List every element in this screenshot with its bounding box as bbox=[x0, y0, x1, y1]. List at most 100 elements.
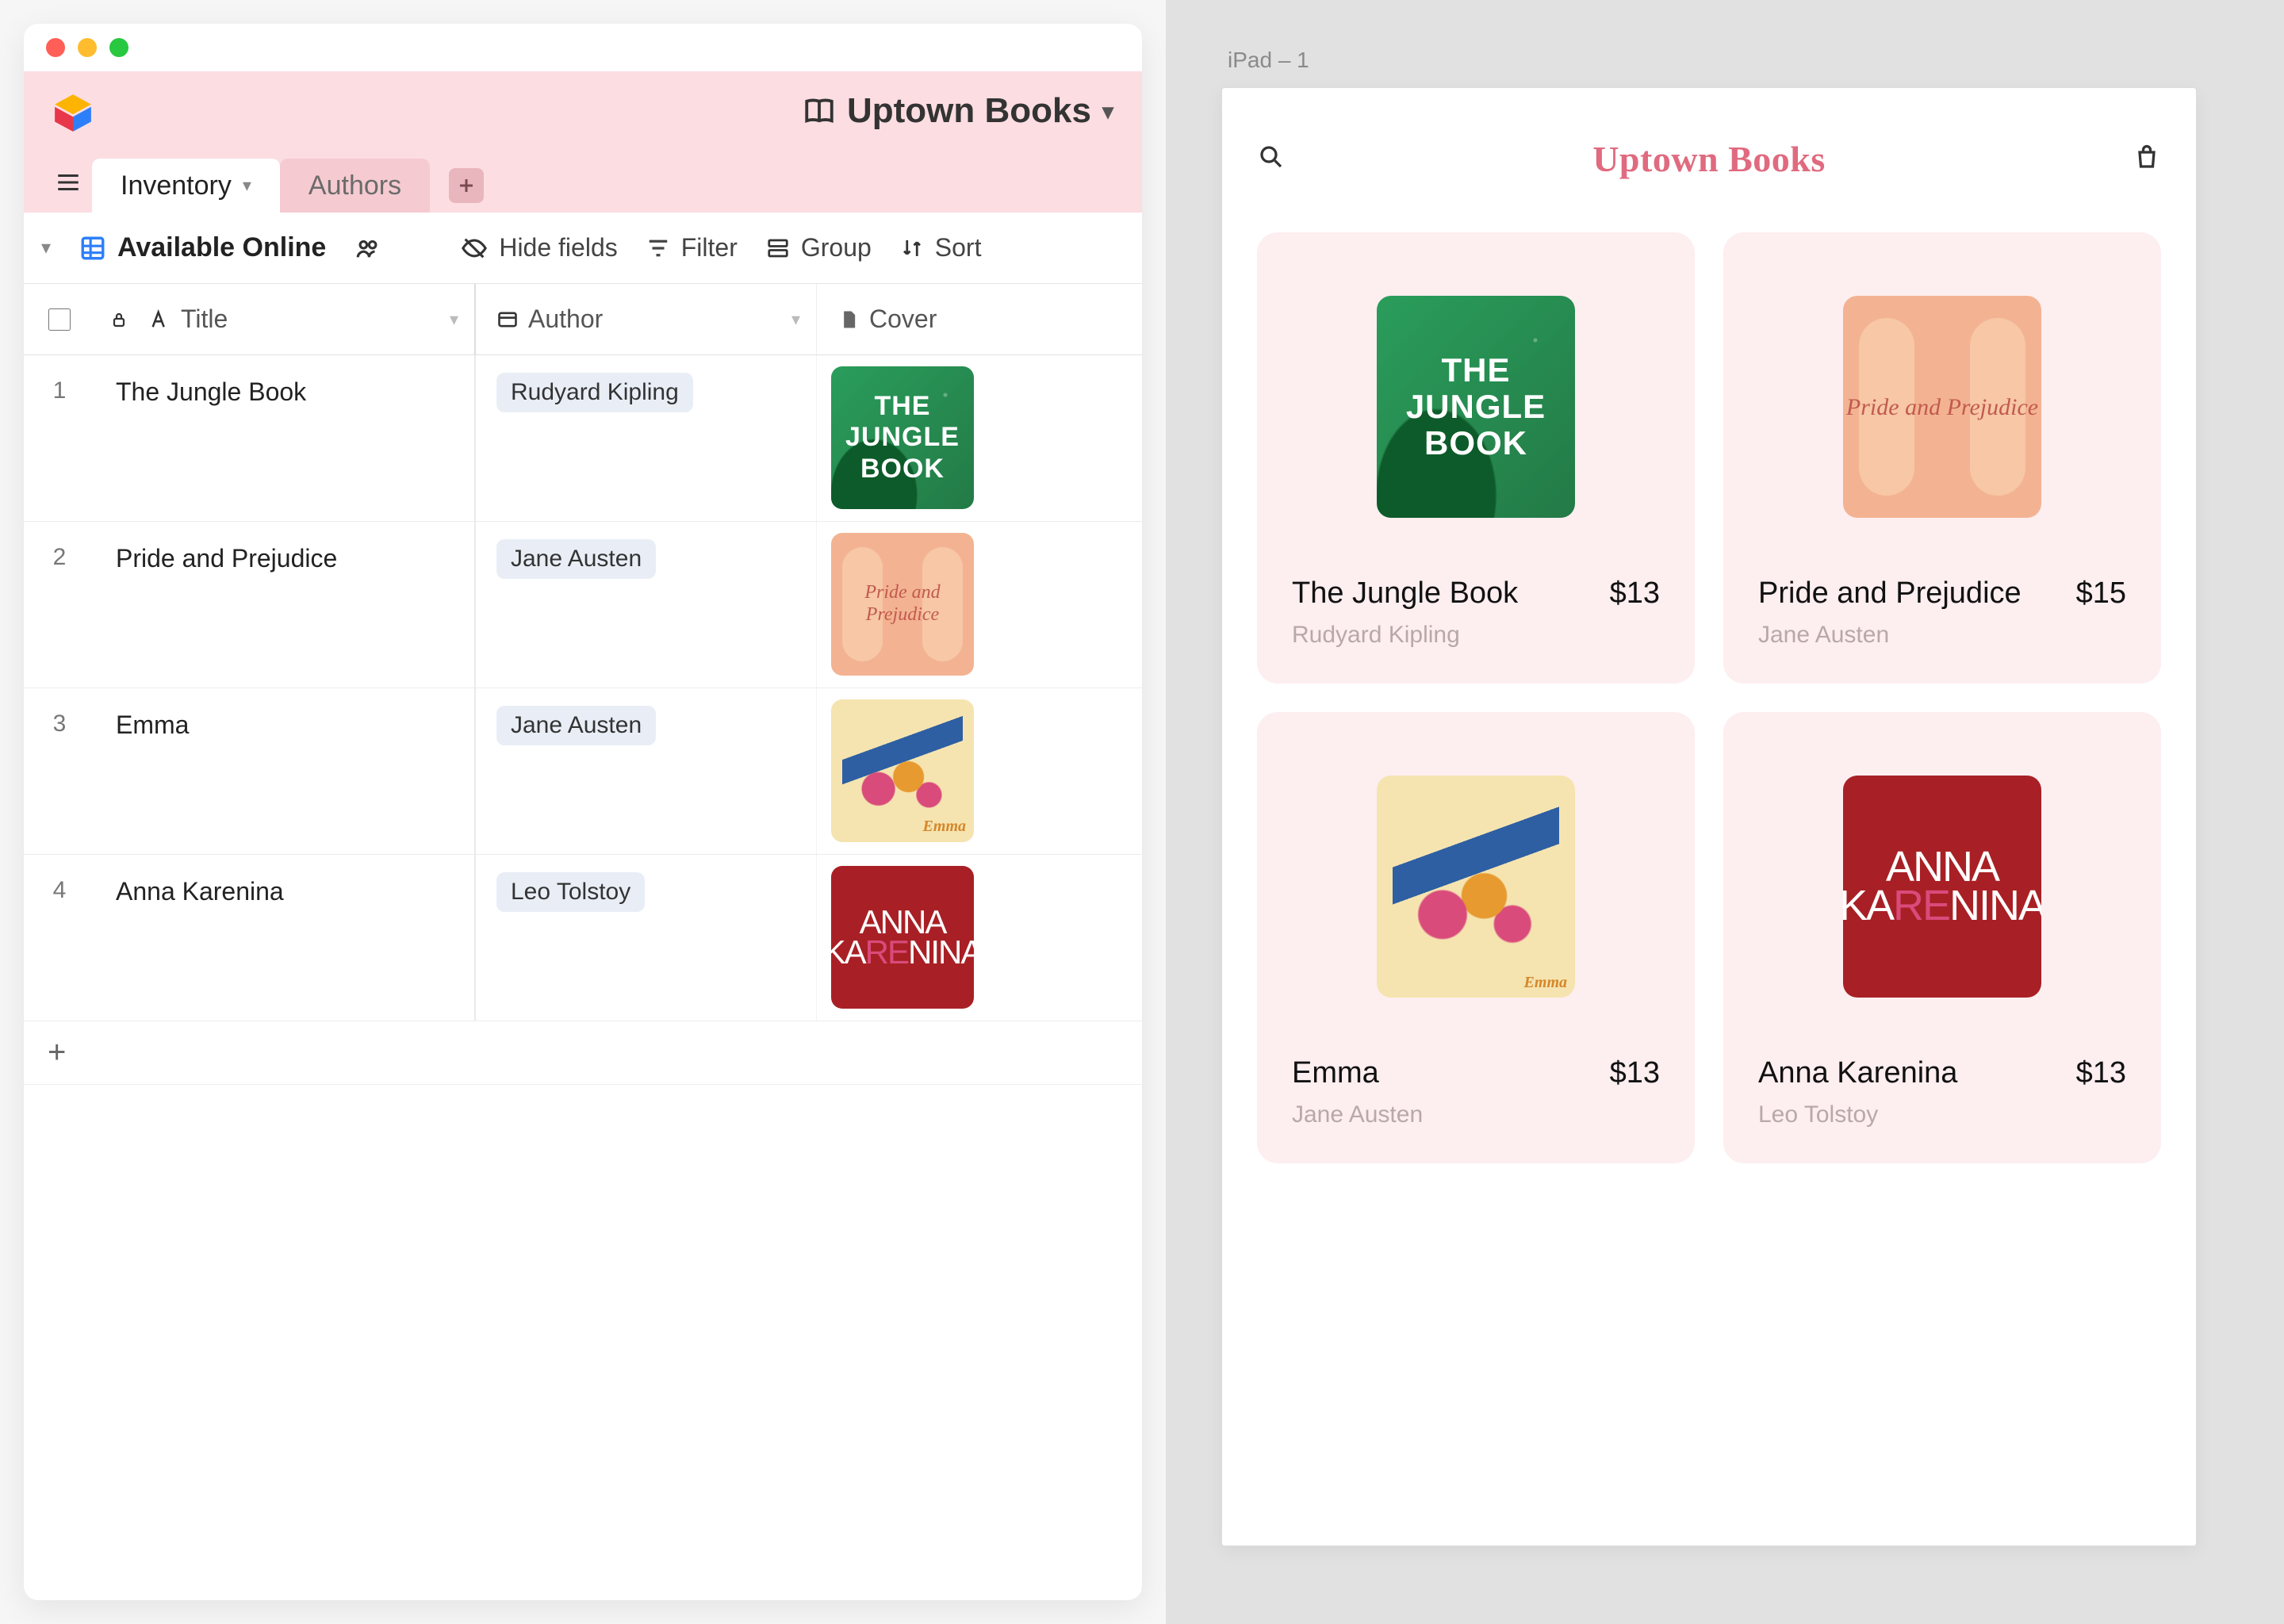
link-icon bbox=[496, 308, 519, 331]
share-view-button[interactable] bbox=[354, 235, 381, 262]
cover-thumbnail[interactable]: Pride and Prejudice bbox=[831, 533, 974, 676]
cell-title[interactable]: Emma bbox=[95, 688, 476, 854]
chevron-down-icon: ▾ bbox=[41, 236, 51, 259]
base-title-button[interactable]: Uptown Books ▾ bbox=[803, 91, 1113, 131]
cell-title[interactable]: Anna Karenina bbox=[95, 855, 476, 1021]
group-icon bbox=[766, 236, 790, 260]
window-frame: Uptown Books ▾ Inventory ▾ Authors bbox=[24, 24, 1142, 1600]
cover-wrap: Pride and Prejudice bbox=[1758, 280, 2126, 534]
group-button[interactable]: Group bbox=[766, 233, 872, 262]
column-header-author[interactable]: Author ▾ bbox=[476, 284, 817, 354]
table-row[interactable]: 4Anna Karenina Leo Tolstoy ANNAKARENINA bbox=[24, 855, 1142, 1021]
add-table-button[interactable] bbox=[449, 168, 484, 203]
cell-cover[interactable]: Pride and Prejudice bbox=[817, 522, 1142, 688]
cell-cover[interactable]: ANNAKARENINA bbox=[817, 855, 1142, 1021]
product-card[interactable]: Pride and PrejudicePride and Prejudice$1… bbox=[1723, 232, 2161, 684]
menu-icon[interactable] bbox=[44, 159, 92, 206]
product-title: Emma bbox=[1292, 1056, 1379, 1090]
cell-author[interactable]: Jane Austen bbox=[476, 522, 817, 688]
row-number: 2 bbox=[24, 522, 95, 688]
hide-fields-button[interactable]: Hide fields bbox=[461, 233, 617, 262]
group-label: Group bbox=[801, 233, 872, 262]
shop-header: Uptown Books bbox=[1257, 123, 2161, 194]
product-author: Jane Austen bbox=[1758, 622, 2126, 649]
search-icon[interactable] bbox=[1257, 143, 1286, 175]
table-row[interactable]: 1The Jungle Book Rudyard Kipling THEJUNGLE… bbox=[24, 355, 1142, 522]
cover-image: THEJUNGLEBOOK bbox=[1377, 296, 1575, 518]
author-pill[interactable]: Leo Tolstoy bbox=[496, 872, 645, 912]
row-number: 4 bbox=[24, 855, 95, 1021]
filter-label: Filter bbox=[681, 233, 738, 262]
author-pill[interactable]: Jane Austen bbox=[496, 539, 656, 579]
filter-button[interactable]: Filter bbox=[646, 233, 738, 262]
column-label: Author bbox=[528, 304, 603, 334]
lock-icon bbox=[95, 284, 143, 354]
people-icon bbox=[354, 235, 381, 262]
select-all-checkbox[interactable] bbox=[48, 308, 71, 331]
base-title: Uptown Books bbox=[847, 91, 1091, 131]
cell-cover[interactable]: THEJUNGLEBOOK bbox=[817, 355, 1142, 521]
cell-author[interactable]: Rudyard Kipling bbox=[476, 355, 817, 521]
cover-wrap: ANNAKARENINA bbox=[1758, 760, 2126, 1013]
chevron-down-icon: ▾ bbox=[1102, 98, 1113, 124]
product-card[interactable]: ANNAKARENINAAnna Karenina$13Leo Tolstoy bbox=[1723, 712, 2161, 1163]
minimize-window-button[interactable] bbox=[78, 38, 97, 57]
app-header: Uptown Books ▾ Inventory ▾ Authors bbox=[24, 71, 1142, 213]
tab-authors[interactable]: Authors bbox=[280, 159, 430, 213]
filter-icon bbox=[646, 236, 670, 260]
cover-thumbnail[interactable]: Emma bbox=[831, 699, 974, 842]
cell-author[interactable]: Jane Austen bbox=[476, 688, 817, 854]
product-title: The Jungle Book bbox=[1292, 576, 1518, 611]
sort-label: Sort bbox=[935, 233, 982, 262]
sort-button[interactable]: Sort bbox=[900, 233, 982, 262]
tab-label: Authors bbox=[308, 170, 401, 201]
chevron-down-icon: ▾ bbox=[791, 309, 816, 330]
view-picker[interactable]: Available Online bbox=[79, 232, 326, 263]
close-window-button[interactable] bbox=[46, 38, 65, 57]
add-row-button[interactable]: + bbox=[24, 1021, 1142, 1085]
view-name: Available Online bbox=[117, 232, 326, 263]
eye-off-icon bbox=[461, 235, 488, 262]
design-canvas: iPad – 1 Uptown Books THEJUNGLEBOOKThe J… bbox=[1166, 0, 2284, 1624]
chevron-down-icon: ▾ bbox=[450, 309, 474, 330]
cover-image: ANNAKARENINA bbox=[1843, 776, 2041, 998]
book-icon bbox=[803, 94, 836, 128]
cover-image: Pride and Prejudice bbox=[1843, 296, 2041, 518]
shop-title: Uptown Books bbox=[1592, 138, 1826, 180]
author-pill[interactable]: Jane Austen bbox=[496, 706, 656, 745]
cover-image: Emma bbox=[1377, 776, 1575, 998]
cover-thumbnail[interactable]: ANNAKARENINA bbox=[831, 866, 974, 1009]
column-header-cover[interactable]: Cover bbox=[817, 284, 1142, 354]
attachment-icon bbox=[837, 308, 860, 331]
ipad-frame[interactable]: Uptown Books THEJUNGLEBOOK The Jungle Boo… bbox=[1221, 87, 2197, 1546]
chevron-down-icon: ▾ bbox=[243, 175, 251, 196]
maximize-window-button[interactable] bbox=[109, 38, 128, 57]
cell-title[interactable]: Pride and Prejudice bbox=[95, 522, 476, 688]
product-author: Rudyard Kipling bbox=[1292, 622, 1660, 649]
product-card[interactable]: THEJUNGLEBOOKThe Jungle Book$13Rudyard K… bbox=[1257, 232, 1695, 684]
row-number: 1 bbox=[24, 355, 95, 521]
titlebar bbox=[24, 24, 1142, 71]
table-row[interactable]: 3EmmaJane AustenEmma bbox=[24, 688, 1142, 855]
column-header-title[interactable]: Title ▾ bbox=[143, 284, 476, 354]
author-pill[interactable]: Rudyard Kipling bbox=[496, 373, 693, 412]
product-title: Anna Karenina bbox=[1758, 1056, 1957, 1090]
product-card[interactable]: EmmaEmma$13Jane Austen bbox=[1257, 712, 1695, 1163]
app-logo[interactable] bbox=[52, 92, 94, 133]
table-row[interactable]: 2Pride and PrejudiceJane AustenPride and… bbox=[24, 522, 1142, 688]
cover-wrap: Emma bbox=[1292, 760, 1660, 1013]
tab-inventory[interactable]: Inventory ▾ bbox=[92, 159, 280, 213]
views-toggle[interactable]: ▾ bbox=[41, 236, 51, 259]
product-price: $13 bbox=[2076, 1056, 2126, 1090]
product-title: Pride and Prejudice bbox=[1758, 576, 2021, 611]
cart-icon[interactable] bbox=[2133, 143, 2161, 175]
cell-author[interactable]: Leo Tolstoy bbox=[476, 855, 817, 1021]
cell-title[interactable]: The Jungle Book bbox=[95, 355, 476, 521]
cell-cover[interactable]: Emma bbox=[817, 688, 1142, 854]
select-all-cell[interactable] bbox=[24, 284, 95, 354]
column-label: Title bbox=[181, 304, 228, 334]
product-price: $13 bbox=[1610, 1056, 1660, 1090]
cover-thumbnail[interactable]: THEJUNGLEBOOK bbox=[831, 366, 974, 509]
cover-wrap: THEJUNGLEBOOK bbox=[1292, 280, 1660, 534]
database-panel: Uptown Books ▾ Inventory ▾ Authors bbox=[0, 0, 1166, 1624]
